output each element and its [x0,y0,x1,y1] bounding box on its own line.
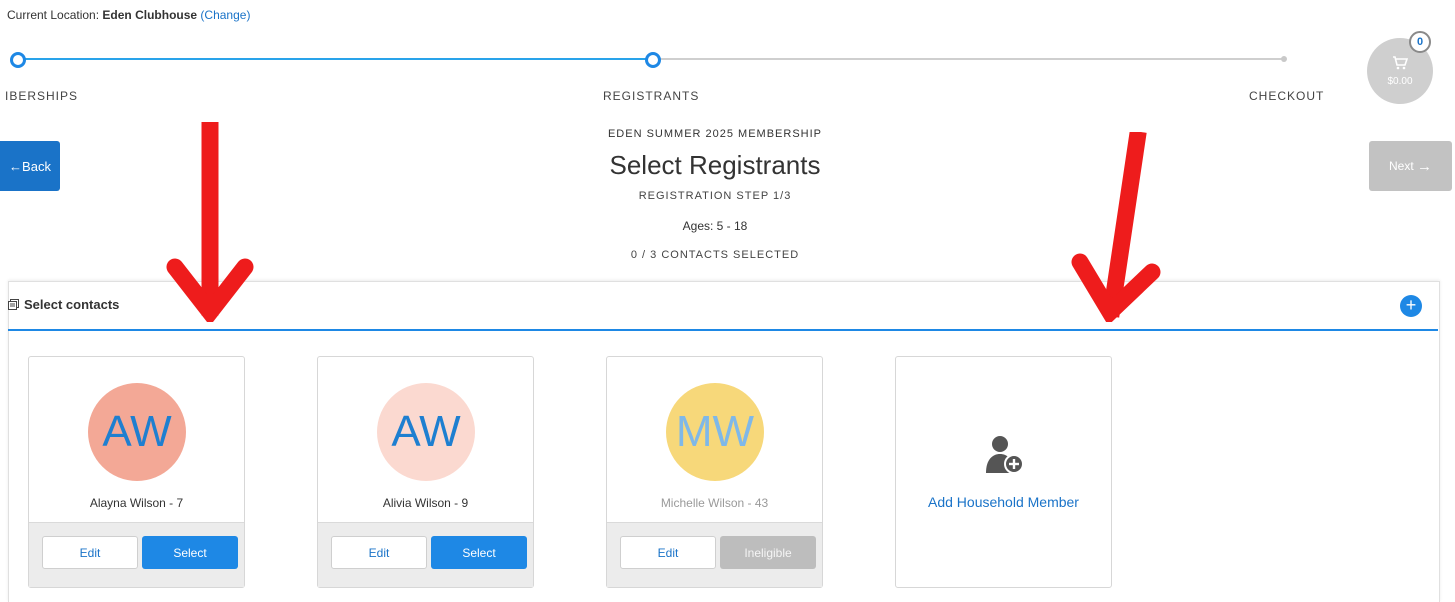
cart-icon [1393,56,1408,70]
add-user-icon [986,436,1024,474]
location-prefix: Current Location: [7,8,100,22]
plus-icon: + [1405,295,1417,315]
progress-step-dot-registrants [645,52,661,68]
progress-step-dot-checkout [1281,56,1287,62]
contacts-selected-count: 0 / 3 CONTACTS SELECTED [630,249,800,261]
contacts-panel-title: Select contacts [8,297,119,312]
membership-name: EDEN SUMMER 2025 MEMBERSHIP [607,128,823,140]
card-actions: Edit Select [318,522,533,587]
edit-button[interactable]: Edit [331,536,427,569]
back-label: Back [22,158,51,174]
contact-name: Alivia Wilson - 9 [382,496,469,510]
avatar: MW [666,383,764,481]
progress-step-dot-memberships [10,52,26,68]
ineligible-button: Ineligible [720,536,816,569]
add-household-member-label: Add Household Member [928,494,1079,510]
back-arrow-icon: ← [9,158,23,174]
cart-count-badge: 0 [1409,31,1431,53]
contact-name: Michelle Wilson - 43 [660,496,769,510]
select-button[interactable]: Select [431,536,527,569]
contact-card-alivia: AW Alivia Wilson - 9 Edit Select [317,356,534,588]
progress-label-memberships: IBERSHIPS [5,89,79,103]
contact-name: Alayna Wilson - 7 [89,496,184,510]
select-button[interactable]: Select [142,536,238,569]
annotation-arrow-down-left [166,122,254,322]
contacts-list-icon [8,299,19,310]
card-actions: Edit Ineligible [607,522,822,587]
next-button[interactable]: Next → [1369,141,1452,191]
add-household-member-card[interactable]: Add Household Member [895,356,1112,588]
cart-total: $0.00 [1387,76,1413,87]
change-location-link[interactable]: (Change) [200,8,250,22]
card-actions: Edit Select [29,522,244,587]
location-name: Eden Clubhouse [102,8,198,22]
back-button[interactable]: ← Back [0,141,60,191]
progress-complete-line [12,58,652,60]
avatar: AW [377,383,475,481]
progress-label-registrants: REGISTRANTS [603,89,700,103]
age-range: Ages: 5 - 18 [682,219,748,233]
progress-remaining-line [660,58,1286,60]
contacts-panel-title-text: Select contacts [24,297,120,312]
next-arrow-icon: → [1417,157,1433,175]
registration-step: REGISTRATION STEP 1/3 [638,190,792,202]
contact-card-michelle: MW Michelle Wilson - 43 Edit Ineligible [606,356,823,588]
progress-label-checkout: CHECKOUT [1249,89,1325,103]
add-contact-button[interactable]: + [1400,295,1422,317]
edit-button[interactable]: Edit [620,536,716,569]
annotation-arrow-down-right [1071,132,1161,322]
next-label: Next [1388,159,1414,173]
contact-card-alayna: AW Alayna Wilson - 7 Edit Select [28,356,245,588]
current-location: Current Location: Eden Clubhouse (Change… [7,8,250,22]
avatar: AW [88,383,186,481]
edit-button[interactable]: Edit [42,536,138,569]
page-title: Select Registrants [609,150,821,180]
